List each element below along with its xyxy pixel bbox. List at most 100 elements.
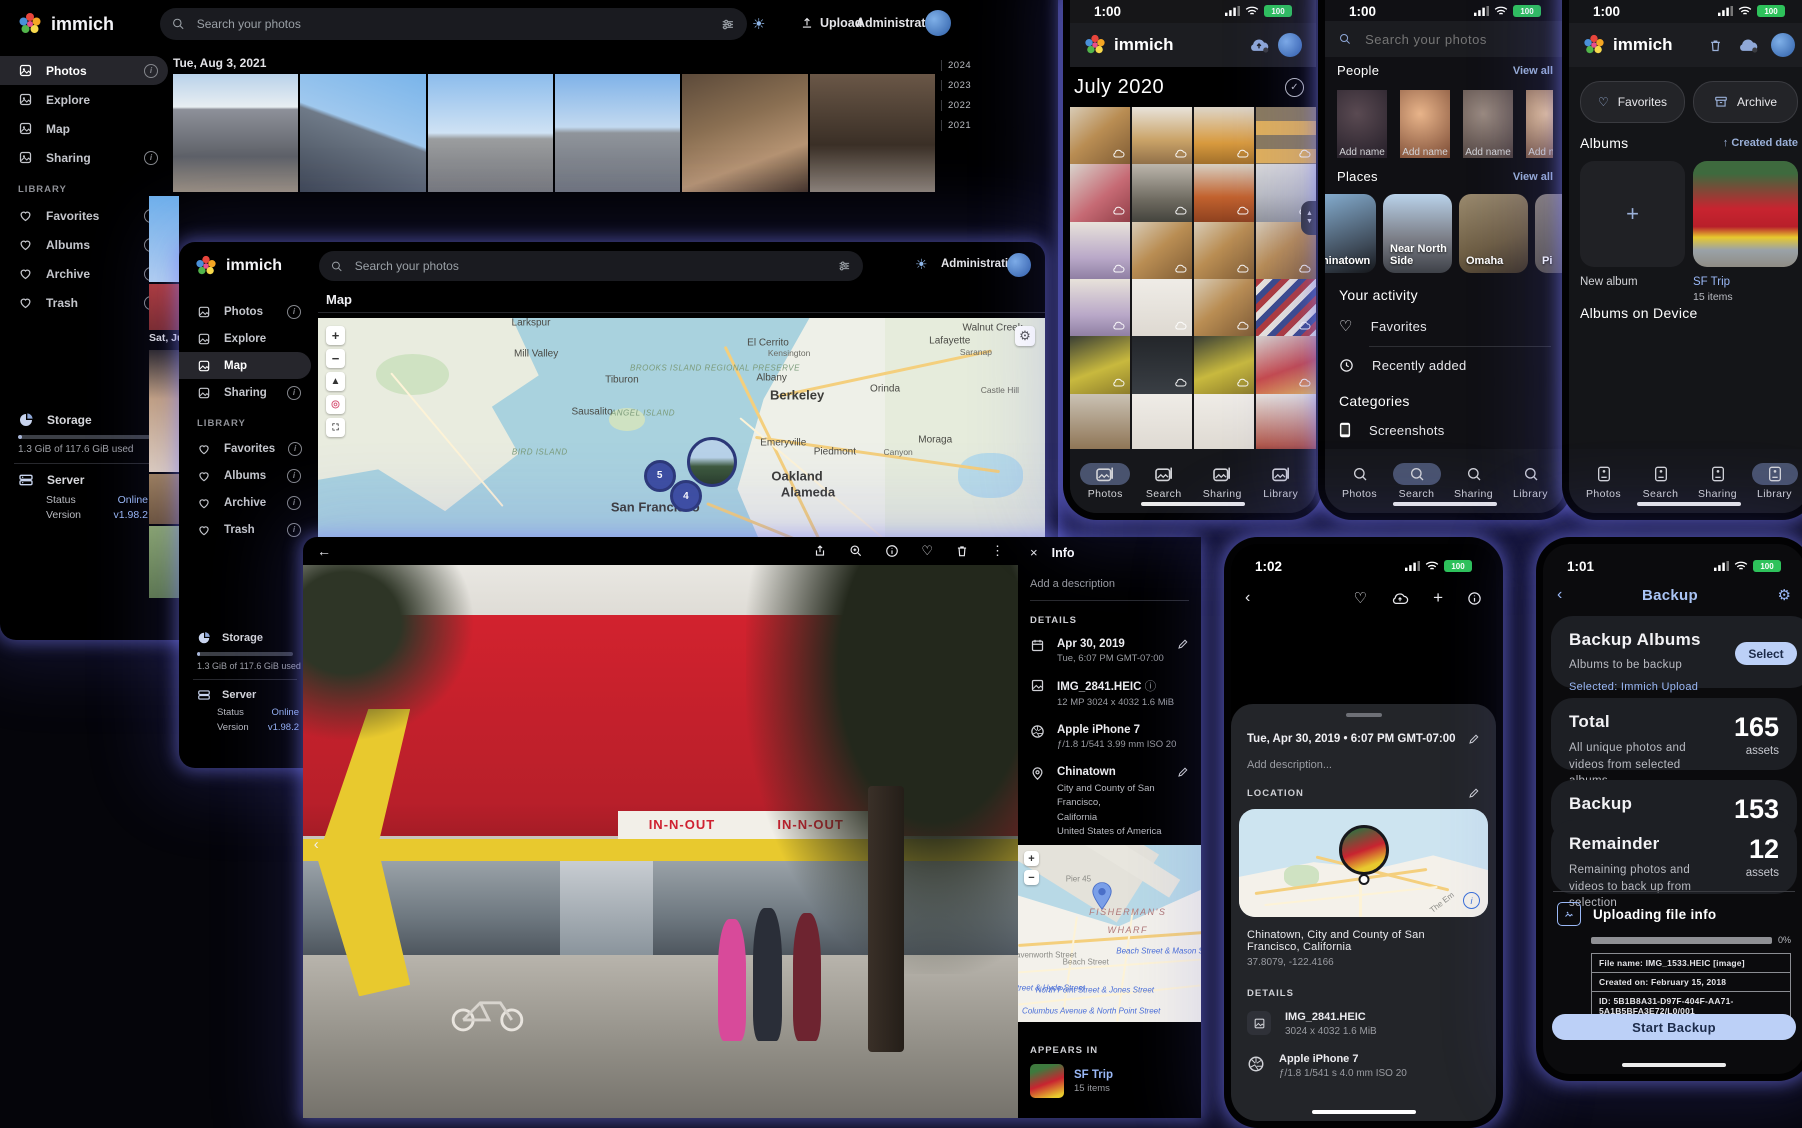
nav-item[interactable]: Sharing — [1450, 463, 1498, 500]
photo-thumbnail[interactable] — [1132, 394, 1192, 449]
select-button[interactable]: Select — [1735, 642, 1797, 665]
location-minimap[interactable]: Pier 45FISHERMAN'SWHARFBeach StreetLeave… — [1018, 845, 1201, 1022]
zoom-out-button[interactable]: − — [326, 349, 345, 368]
edit-location-pencil-icon[interactable] — [1177, 766, 1189, 778]
user-avatar[interactable] — [925, 10, 951, 36]
immich-logo[interactable]: immich — [195, 255, 282, 277]
close-icon[interactable]: × — [1030, 545, 1038, 560]
sidebar-item[interactable]: Explore — [179, 325, 311, 352]
photo-thumbnail[interactable] — [555, 74, 680, 192]
nav-item[interactable]: Photos — [1080, 463, 1130, 500]
person-item[interactable]: Add name — [1337, 90, 1387, 158]
sidebar-library-item[interactable]: Archive — [0, 259, 168, 288]
photo-thumbnail[interactable] — [149, 526, 179, 598]
photo-thumbnail[interactable] — [1070, 279, 1130, 339]
sidebar-item[interactable]: Photos — [0, 56, 168, 85]
photo-thumbnail[interactable] — [428, 74, 553, 192]
fullscreen-button[interactable]: ⛶ — [326, 418, 345, 437]
theme-toggle-sun-icon[interactable]: ☀ — [915, 256, 928, 273]
previous-photo-chevron[interactable]: ‹ — [314, 836, 319, 853]
photo-thumbnail[interactable] — [149, 350, 179, 472]
place-card[interactable]: Pi — [1535, 194, 1565, 273]
sidebar-item[interactable]: Sharing — [179, 379, 311, 406]
sidebar-item[interactable]: Map — [0, 114, 168, 143]
edit-date-pencil-icon[interactable] — [1468, 733, 1480, 745]
heart-icon[interactable]: ♡ — [1354, 589, 1367, 607]
heart-icon[interactable]: ♡ — [921, 543, 933, 559]
sidebar-item[interactable]: Sharing — [0, 143, 168, 172]
photo-thumbnail[interactable] — [1132, 164, 1192, 224]
person-item[interactable]: Add name — [1526, 90, 1553, 158]
photo-thumbnail[interactable] — [1132, 107, 1192, 167]
archive-button[interactable]: Archive — [1693, 81, 1798, 123]
trash-icon[interactable] — [1708, 38, 1723, 53]
nav-item[interactable]: Search — [1139, 463, 1189, 500]
photo-thumbnail[interactable] — [682, 74, 807, 192]
photo-thumbnail[interactable] — [1070, 394, 1130, 449]
search-bar[interactable] — [1325, 21, 1565, 57]
filter-sliders-icon[interactable] — [721, 17, 735, 32]
description-input[interactable]: Add description... — [1231, 745, 1496, 771]
add-name-label[interactable]: Add name — [1528, 147, 1553, 158]
nav-item[interactable]: Photos — [1581, 463, 1627, 500]
person-item[interactable]: Add name — [1400, 90, 1450, 158]
info-icon[interactable] — [287, 469, 301, 483]
place-card[interactable]: Near North Side — [1383, 194, 1452, 273]
add-name-label[interactable]: Add name — [1402, 147, 1448, 158]
places-view-all-link[interactable]: View all — [1513, 171, 1553, 183]
plus-icon[interactable]: + — [1433, 588, 1443, 608]
scrubber-handle[interactable]: ▲▼ — [1301, 201, 1316, 235]
recently-added-row[interactable]: Recently added — [1339, 358, 1551, 373]
back-arrow-icon[interactable]: ← — [317, 543, 331, 559]
year-scrubber-label[interactable]: 2023 — [941, 80, 981, 91]
zoom-in-button[interactable]: + — [326, 326, 345, 345]
nav-item[interactable]: Library — [1752, 463, 1798, 500]
search-bar[interactable] — [319, 251, 863, 281]
album-name[interactable]: SF Trip — [1074, 1069, 1113, 1081]
add-name-label[interactable]: Add name — [1339, 147, 1385, 158]
album-name[interactable]: SF Trip — [1693, 276, 1798, 288]
info-icon[interactable] — [144, 151, 158, 165]
photo-thumbnail[interactable] — [1256, 107, 1316, 167]
zoom-out-button[interactable]: − — [1024, 870, 1039, 885]
info-icon[interactable] — [1467, 591, 1482, 606]
sidebar-library-item[interactable]: Favorites — [0, 201, 168, 230]
info-icon[interactable] — [287, 496, 301, 510]
description-input[interactable]: Add a description — [1018, 564, 1201, 600]
add-name-label[interactable]: Add name — [1465, 147, 1511, 158]
location-map[interactable]: San Francisco Ferry The Em i — [1239, 809, 1488, 917]
screenshots-row[interactable]: Screenshots — [1339, 422, 1551, 438]
photo-thumbnail[interactable] — [1194, 107, 1254, 167]
search-input[interactable] — [195, 16, 712, 32]
cloud-upload-icon[interactable] — [1248, 37, 1270, 53]
photo-thumbnail[interactable] — [1132, 222, 1192, 282]
photo-thumbnail[interactable] — [810, 74, 935, 192]
photo-thumbnail[interactable] — [1194, 394, 1254, 449]
user-avatar[interactable] — [1007, 253, 1031, 277]
sidebar-library-item[interactable]: Trash — [179, 516, 311, 543]
people-view-all-link[interactable]: View all — [1513, 65, 1553, 77]
zoom-in-icon[interactable] — [849, 544, 863, 558]
theme-toggle-sun-icon[interactable]: ☀ — [752, 15, 765, 33]
zoom-in-button[interactable]: + — [1024, 851, 1039, 866]
photo-thumbnail[interactable] — [300, 74, 425, 192]
upload-button[interactable]: Upload — [800, 16, 862, 30]
hide-markers-button[interactable]: ◎ — [326, 395, 345, 414]
favorites-row[interactable]: ♡ Favorites — [1339, 317, 1551, 335]
photo-thumbnail[interactable] — [1256, 336, 1316, 396]
album-link-row[interactable]: SF Trip 15 items — [1018, 1064, 1201, 1098]
photo-thumbnail[interactable] — [1070, 107, 1130, 167]
photo-cluster-marker[interactable]: 4 — [670, 480, 702, 512]
nav-item[interactable]: Search — [1393, 463, 1441, 500]
photo-map-marker[interactable] — [687, 437, 737, 487]
photo-thumbnail[interactable] — [1132, 279, 1192, 339]
face-avatar[interactable] — [1337, 90, 1387, 140]
start-backup-button[interactable]: Start Backup — [1552, 1014, 1796, 1040]
edit-date-pencil-icon[interactable] — [1177, 638, 1189, 650]
trash-icon[interactable] — [955, 544, 969, 558]
search-input[interactable] — [1363, 31, 1551, 48]
photo-thumbnail[interactable] — [173, 74, 298, 192]
gear-icon[interactable]: ⚙ — [1778, 586, 1791, 604]
more-menu-icon[interactable]: ⋮ — [991, 543, 1004, 559]
person-item[interactable]: Add name — [1463, 90, 1513, 158]
